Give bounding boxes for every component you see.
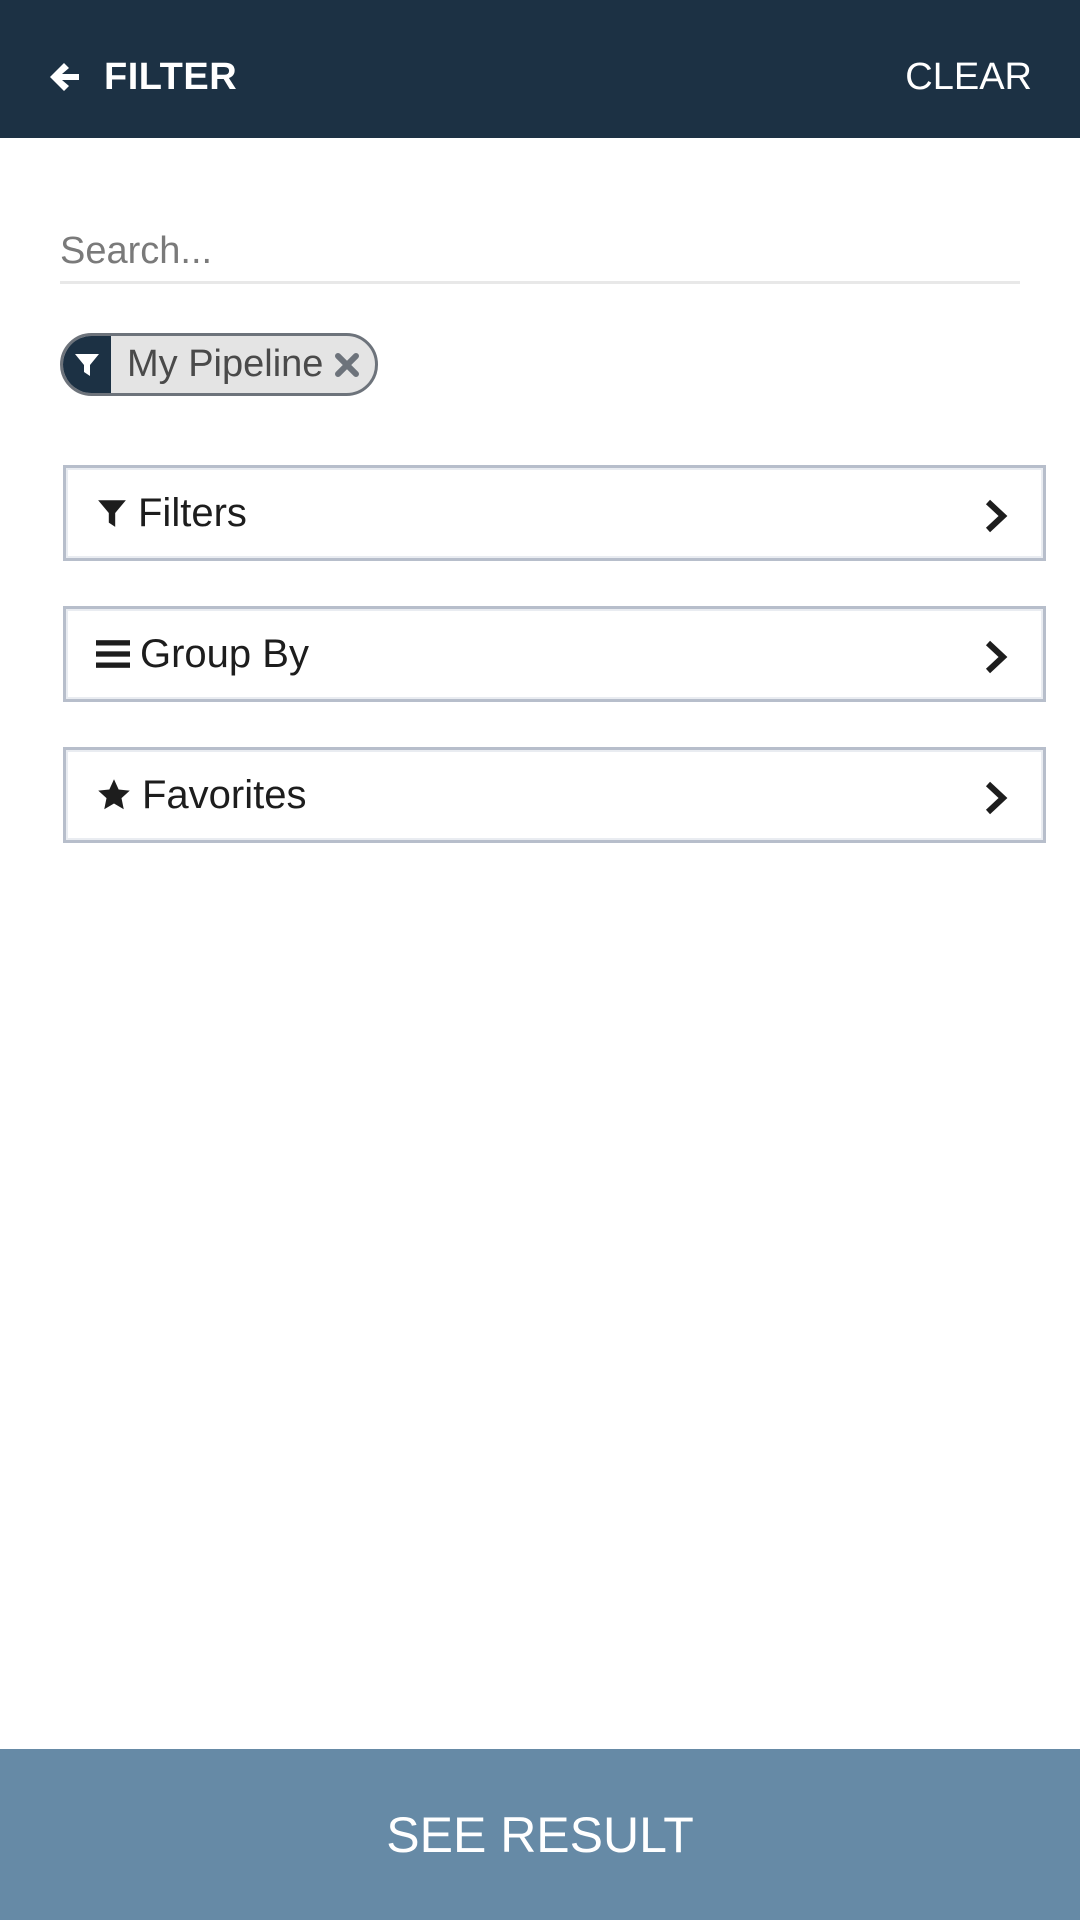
filter-icon xyxy=(96,496,128,530)
chevron-right-icon xyxy=(983,639,1009,675)
facet-chip: My Pipeline xyxy=(60,333,379,396)
back-button[interactable]: FILTER xyxy=(46,50,237,104)
filter-screen: FILTER CLEAR My Pipeline Filters Gr xyxy=(0,0,1080,1920)
page-title: FILTER xyxy=(104,55,238,98)
favorites-label: Favorites xyxy=(142,772,307,817)
filter-icon xyxy=(63,336,111,393)
star-icon xyxy=(96,777,132,813)
search-input[interactable] xyxy=(60,222,1020,284)
close-icon[interactable] xyxy=(333,336,375,393)
facet-label: My Pipeline xyxy=(127,343,324,385)
arrow-left-icon xyxy=(46,59,82,95)
chevron-right-icon xyxy=(983,498,1009,534)
chevron-right-icon xyxy=(983,780,1009,816)
clear-button[interactable]: CLEAR xyxy=(905,50,1032,104)
bars-icon xyxy=(96,639,130,669)
group-by-label: Group By xyxy=(140,631,309,676)
top-bar: FILTER CLEAR xyxy=(0,0,1080,138)
see-result-button[interactable]: SEE RESULT xyxy=(0,1749,1080,1920)
filters-label: Filters xyxy=(138,490,247,535)
group-by-option[interactable]: Group By xyxy=(63,606,1046,702)
filters-option[interactable]: Filters xyxy=(63,465,1046,561)
favorites-option[interactable]: Favorites xyxy=(63,747,1046,843)
